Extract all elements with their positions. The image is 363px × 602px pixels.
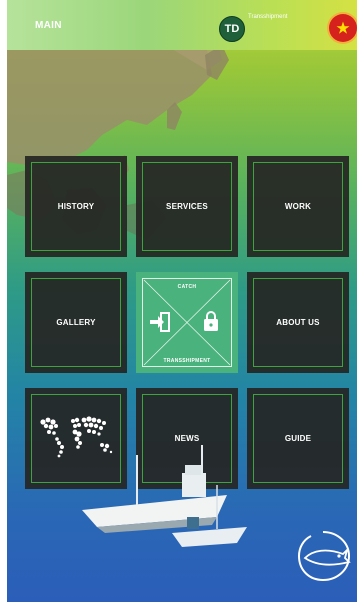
enter-icon [150, 312, 170, 332]
brand-badge-icon [297, 531, 351, 582]
ships-illustration [82, 445, 247, 547]
page-title: MAIN [35, 20, 62, 31]
center-bottom-caption: TRANSSHIPMENT [163, 358, 211, 364]
services-label: SERVICES [166, 202, 208, 211]
lock-icon [204, 311, 218, 331]
top-bar: MAIN TD Transshipment [7, 0, 357, 50]
flag-icon [336, 21, 350, 34]
about-us-tile[interactable]: ABOUT US [247, 272, 349, 373]
gallery-label: GALLERY [56, 318, 96, 327]
center-top-caption: CATCH [177, 284, 197, 290]
logo-caption: Transshipment [248, 14, 288, 20]
history-label: HISTORY [57, 202, 95, 211]
work-tile[interactable]: WORK [247, 156, 349, 257]
gallery-tile[interactable]: GALLERY [25, 272, 127, 373]
app-logo: TD [219, 16, 245, 42]
history-tile[interactable]: HISTORY [25, 156, 127, 257]
catch-transshipment-tile[interactable]: CATCH TRANSSHIPMENT [136, 272, 238, 373]
app-logo-text: TD [224, 23, 240, 35]
app-screen: MAIN TD Transshipment HISTORY SERVICES W… [7, 0, 357, 602]
services-tile[interactable]: SERVICES [136, 156, 238, 257]
work-label: WORK [284, 202, 312, 211]
language-flag-button[interactable] [329, 14, 357, 42]
about-us-label: ABOUT US [276, 318, 320, 327]
